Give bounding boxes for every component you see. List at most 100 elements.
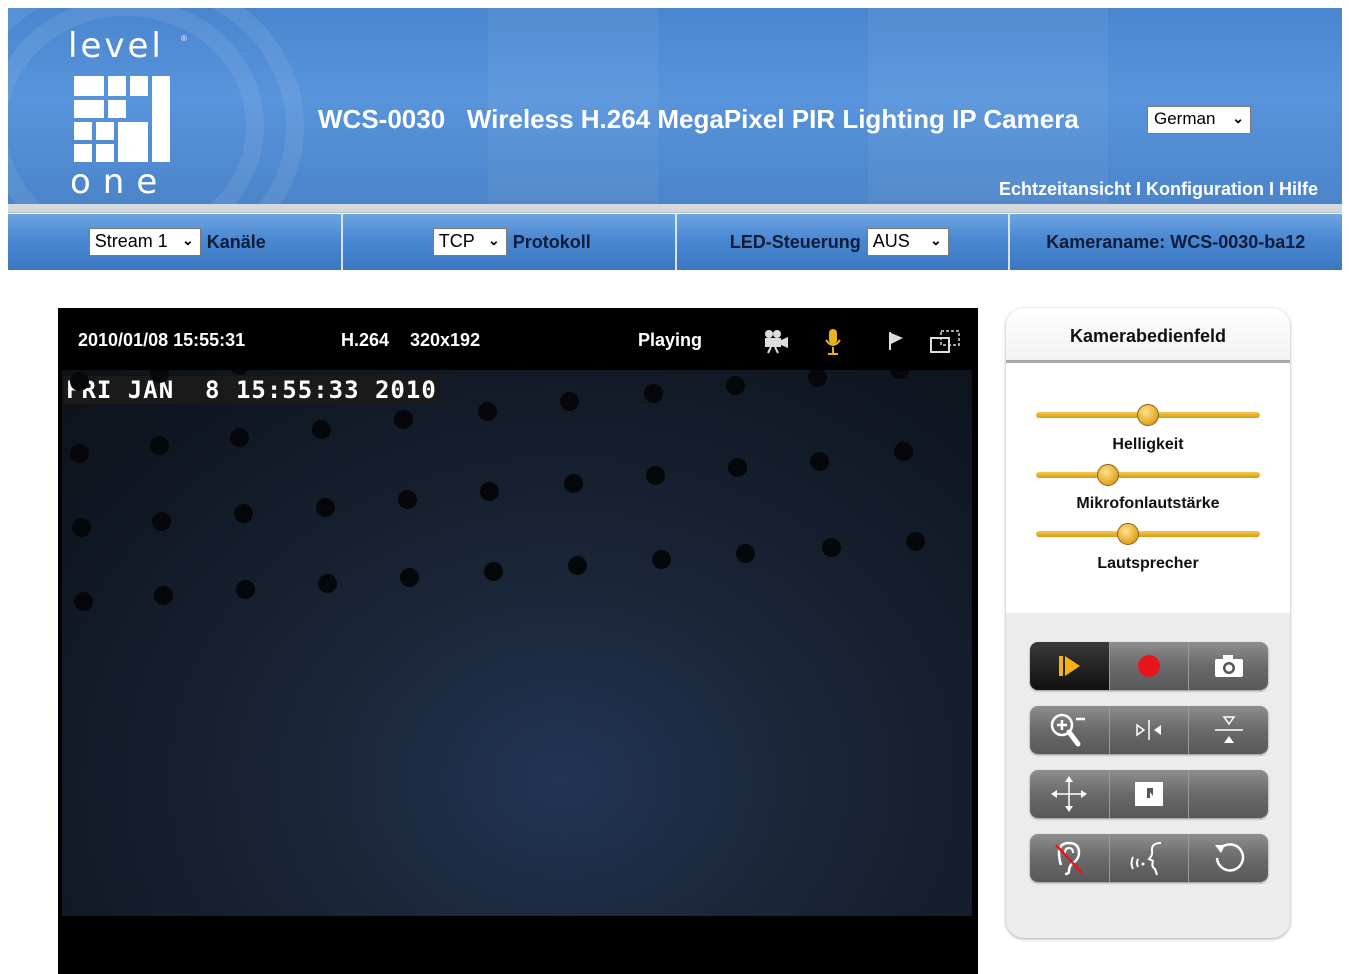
- header-divider: [8, 204, 1342, 213]
- zoom-button[interactable]: [1030, 706, 1110, 754]
- chevron-down-icon: ⌄: [930, 232, 942, 248]
- registered-mark: ®: [181, 34, 187, 43]
- top-navigation: Echtzeitansicht I Konfiguration I Hilfe: [999, 179, 1318, 200]
- scene-dot: [70, 444, 89, 463]
- talk-button[interactable]: [1110, 834, 1190, 882]
- scene-dot: [646, 466, 665, 485]
- led-select[interactable]: AUS ⌄: [866, 228, 949, 256]
- ptz-button-row: [1030, 770, 1268, 818]
- scene-dot: [906, 532, 925, 551]
- scene-dot: [316, 498, 335, 517]
- scene-dot: [890, 370, 909, 379]
- control-toolbar: Stream 1 ⌄ Kanäle TCP ⌄ Protokoll LED-St…: [8, 214, 1342, 270]
- video-frame: FRI JAN 8 15:55:33 2010: [62, 370, 972, 916]
- flag-icon[interactable]: [887, 328, 905, 354]
- move-icon: [1051, 776, 1088, 812]
- empty-button: [1189, 770, 1268, 818]
- flip-icon: [1214, 716, 1243, 743]
- crop-button[interactable]: [1110, 770, 1190, 818]
- scene-dot: [894, 442, 913, 461]
- speaker-slider[interactable]: [1036, 523, 1260, 545]
- video-camera-icon[interactable]: [763, 328, 789, 354]
- scene-dot: [564, 474, 583, 493]
- scene-dot: [230, 370, 249, 375]
- chevron-down-icon: ⌄: [488, 232, 500, 248]
- language-select[interactable]: German ⌄: [1147, 106, 1251, 134]
- camera-control-panel: Kamerabedienfeld Helligkeit Mikrofonlaut…: [1006, 308, 1290, 938]
- playback-button-row: [1030, 642, 1268, 690]
- scene-dot: [394, 410, 413, 429]
- scene-dot: [644, 384, 663, 403]
- speaker-label: Lautsprecher: [1097, 555, 1199, 572]
- protocol-select[interactable]: TCP ⌄: [432, 228, 507, 256]
- panel-title: Kamerabedienfeld: [1006, 308, 1290, 363]
- speaker-slider-knob[interactable]: [1116, 523, 1139, 545]
- scene-dot: [480, 482, 499, 501]
- listen-button[interactable]: [1030, 834, 1110, 882]
- scene-dot: [484, 562, 503, 581]
- snapshot-icon: [1214, 655, 1243, 677]
- video-player[interactable]: 2010/01/08 15:55:31 H.264 320x192 Playin…: [58, 308, 978, 974]
- scene-dot: [478, 402, 497, 421]
- scene-dot: [728, 458, 747, 477]
- scene-dot: [736, 544, 755, 563]
- mirror-icon: [1136, 720, 1161, 740]
- nav-configuration-link[interactable]: Konfiguration: [1146, 179, 1264, 199]
- mic-volume-slider-knob[interactable]: [1096, 464, 1119, 486]
- scene-dot: [400, 568, 419, 587]
- led-label: LED-Steuerung: [729, 231, 861, 252]
- scene-dot: [230, 428, 249, 447]
- scene-dot: [312, 420, 331, 439]
- nav-help-link[interactable]: Hilfe: [1279, 179, 1318, 199]
- scene-dot: [810, 452, 829, 471]
- stream-label: Kanäle: [206, 231, 266, 252]
- stream-select-value: Stream 1: [94, 231, 168, 251]
- scene-dot: [70, 372, 89, 391]
- scene-dot: [726, 376, 745, 395]
- mic-volume-slider[interactable]: [1036, 464, 1260, 486]
- brightness-slider-knob[interactable]: [1137, 404, 1159, 426]
- video-codec: H.264: [341, 330, 390, 350]
- move-button[interactable]: [1030, 770, 1110, 818]
- nav-live-view-link[interactable]: Echtzeitansicht: [999, 179, 1131, 199]
- flip-button[interactable]: [1189, 706, 1268, 754]
- record-icon: [1138, 655, 1160, 677]
- scene-dot: [652, 550, 671, 569]
- scene-dot: [398, 490, 417, 509]
- scene-dot: [150, 436, 169, 455]
- logo-text-top: level: [68, 26, 164, 66]
- microphone-icon[interactable]: [824, 328, 842, 356]
- window-icon[interactable]: [929, 328, 963, 356]
- scene-dot: [154, 586, 173, 605]
- panel-sliders-area: [1006, 363, 1290, 613]
- stream-cell: Stream 1 ⌄ Kanäle: [8, 214, 343, 270]
- logo-grid-icon: [74, 76, 174, 162]
- scene-dot: [822, 538, 841, 557]
- talk-icon: [1130, 842, 1162, 876]
- play-icon: [1059, 656, 1081, 676]
- led-cell: LED-Steuerung AUS ⌄: [677, 214, 1010, 270]
- play-button[interactable]: [1030, 642, 1110, 690]
- crop-icon: [1135, 782, 1163, 806]
- logo-text-bottom: one: [70, 162, 170, 202]
- video-status-bar: 2010/01/08 15:55:31 H.264 320x192 Playin…: [58, 308, 978, 370]
- audio-button-row: [1030, 834, 1268, 882]
- protocol-label: Protokoll: [512, 231, 591, 252]
- brightness-label: Helligkeit: [1112, 436, 1184, 453]
- levelone-logo: level ® one: [68, 26, 188, 202]
- scene-dot: [808, 370, 827, 387]
- video-datetime: 2010/01/08 15:55:31: [78, 330, 246, 350]
- camera-name: Kameraname: WCS-0030-ba12: [1046, 231, 1306, 252]
- reset-button[interactable]: [1189, 834, 1268, 882]
- chevron-down-icon: ⌄: [1232, 110, 1244, 126]
- brightness-slider[interactable]: [1036, 404, 1260, 426]
- video-resolution: 320x192: [410, 330, 481, 350]
- stream-select[interactable]: Stream 1 ⌄: [88, 228, 201, 256]
- record-button[interactable]: [1110, 642, 1190, 690]
- snapshot-button[interactable]: [1189, 642, 1268, 690]
- camera-name-cell: Kameraname: WCS-0030-ba12: [1010, 214, 1343, 270]
- scene-dot: [560, 392, 579, 411]
- scene-dot: [74, 592, 93, 611]
- chevron-down-icon: ⌄: [182, 232, 194, 248]
- mirror-button[interactable]: [1110, 706, 1190, 754]
